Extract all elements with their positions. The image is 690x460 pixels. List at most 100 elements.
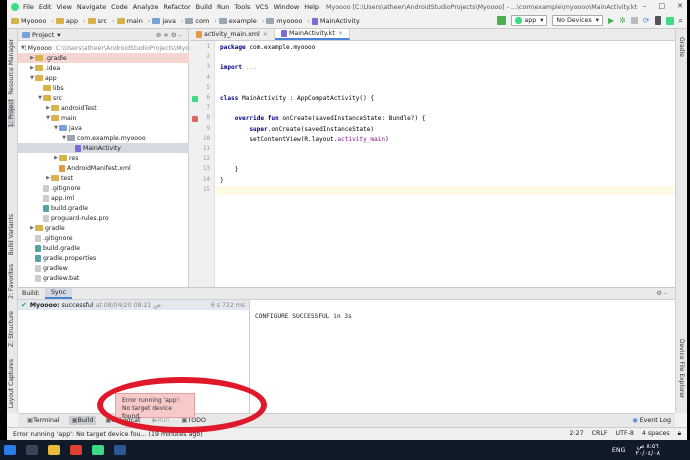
tree-item[interactable]: ▼ com.example.myoooo [18, 133, 189, 143]
menu-navigate[interactable]: Navigate [77, 3, 106, 11]
close-button[interactable]: ✕ [677, 2, 683, 10]
tree-item[interactable]: gradlew.bat [18, 273, 189, 283]
menu-code[interactable]: Code [111, 3, 128, 11]
tab-close-icon[interactable]: × [338, 30, 343, 37]
chrome-icon[interactable] [70, 445, 82, 455]
tree-item[interactable]: ▶ gradle [18, 223, 189, 233]
build-variants-tab[interactable]: Build Variants [8, 214, 15, 255]
line-number: 13 [203, 166, 210, 173]
menu-window[interactable]: Window [274, 3, 300, 11]
breadcrumb-item[interactable]: main [116, 17, 143, 25]
line-number: 4 [206, 74, 211, 81]
menu-run[interactable]: Run [217, 3, 229, 11]
gradle-tab[interactable]: Gradle [678, 37, 685, 57]
tree-item[interactable]: app.iml [18, 193, 189, 203]
structure-tab[interactable]: Z: Structure [8, 311, 15, 347]
panel-options-icon[interactable]: ⊕ ≑ ⚙ – [156, 31, 182, 39]
favorites-tab[interactable]: 2: Favorites [8, 264, 15, 299]
line-separator[interactable]: CRLF [592, 430, 608, 438]
device-file-explorer-tab[interactable]: Device File Explorer [678, 339, 685, 398]
lock-icon[interactable]: 🔒︎ [678, 430, 681, 438]
tree-item[interactable]: ▼ java [18, 123, 189, 133]
tree-item[interactable]: .gitignore [18, 233, 189, 243]
menu-build[interactable]: Build [196, 3, 212, 11]
override-icon[interactable] [192, 116, 198, 123]
caret-position[interactable]: 2:27 [569, 430, 583, 438]
tree-item[interactable]: .gitignore [18, 183, 189, 193]
layout-captures-tab[interactable]: Layout Captures [8, 359, 15, 408]
stop-icon[interactable] [630, 17, 638, 24]
breadcrumb-item[interactable]: com [185, 17, 209, 25]
tab-close-icon[interactable]: × [263, 31, 268, 38]
tree-item[interactable]: build.gradle [18, 243, 189, 253]
project-view-label[interactable]: Project [32, 31, 54, 39]
menu-refactor[interactable]: Refactor [163, 3, 190, 11]
breadcrumb-item[interactable]: java [152, 17, 176, 25]
start-icon[interactable] [4, 445, 16, 455]
panel-settings-icon[interactable]: ⚙ – [656, 290, 667, 297]
word-icon[interactable] [114, 445, 126, 455]
indent-setting[interactable]: 4 spaces [642, 430, 670, 438]
android-studio-taskbar-icon[interactable] [92, 445, 104, 455]
tree-item[interactable]: ▼ app [18, 73, 189, 83]
tree-item[interactable]: ▶ .gradle [18, 53, 189, 63]
tree-item[interactable]: ▶ res [18, 153, 189, 163]
sync-tab[interactable]: Sync [44, 288, 73, 299]
menu-view[interactable]: View [56, 3, 71, 11]
file-encoding[interactable]: UTF-8 [616, 430, 634, 438]
avd-manager-icon[interactable] [654, 16, 661, 25]
hammer-icon[interactable] [497, 16, 507, 25]
breadcrumb-item[interactable]: MainActivity [311, 17, 360, 25]
run-icon[interactable]: ▶ [608, 16, 614, 25]
tree-item[interactable]: ▼ main [18, 113, 189, 123]
sdk-manager-icon[interactable] [665, 16, 674, 25]
tree-item[interactable]: MainActivity [18, 143, 189, 153]
tree-item[interactable]: gradlew [18, 263, 189, 273]
project-tab[interactable]: 1: Project [8, 99, 15, 128]
tree-item[interactable]: gradle.properties [18, 253, 189, 263]
minimize-button[interactable]: – [643, 2, 647, 10]
event-log-button[interactable]: ◉ Event Log [632, 417, 671, 424]
breadcrumb-item[interactable]: src [87, 17, 107, 25]
breadcrumb-item[interactable]: Myoooo [11, 17, 46, 25]
breadcrumb-item[interactable]: example [218, 17, 257, 25]
task-view-icon[interactable] [26, 445, 38, 455]
menu-help[interactable]: Help [304, 3, 319, 11]
tree-item[interactable]: build.gradle [18, 203, 189, 213]
sync-icon[interactable]: ⟳ [643, 16, 650, 25]
debug-icon[interactable]: ✲ [619, 16, 626, 25]
breadcrumb-separator-icon: › [307, 17, 310, 25]
language-indicator[interactable]: ENG [612, 447, 626, 454]
clock[interactable]: ٨:٥٦ ص ٢٠/٠٤/٠٨ [635, 443, 660, 457]
tree-item[interactable]: ▶ .idea [18, 63, 189, 73]
run-config-select[interactable]: app ▾ [511, 15, 548, 26]
code-token: .onCreate(savedInstanceState) [267, 125, 375, 133]
tree-item[interactable]: AndroidManifest.xml [18, 163, 189, 173]
clock-time: ٨:٥٦ ص [636, 443, 659, 450]
menu-edit[interactable]: Edit [39, 3, 52, 11]
menu-analyze[interactable]: Analyze [133, 3, 159, 11]
tree-item[interactable]: ▼ src [18, 93, 189, 103]
search-icon[interactable]: ⌕ [679, 16, 683, 26]
menu-tools[interactable]: Tools [234, 3, 250, 11]
breadcrumb-item[interactable]: app [55, 17, 78, 25]
tab-activity-main-xml[interactable]: activity_main.xml × [190, 29, 275, 40]
resource-manager-tab[interactable]: Resource Manager [8, 39, 15, 95]
menu-file[interactable]: File [23, 3, 34, 11]
tree-item[interactable]: ▼ Myoooo C:\Users\atheer\AndroidStudioProj… [18, 43, 189, 53]
class-run-icon[interactable] [192, 96, 198, 102]
tool-window-terminal[interactable]: ▣ Terminal [24, 416, 63, 425]
breadcrumb-item[interactable]: myoooo [266, 17, 302, 25]
tool-window-build[interactable]: ▣ Build [68, 416, 97, 425]
tree-item[interactable]: ▶ test [18, 173, 189, 183]
maximize-button[interactable]: □ [659, 2, 666, 10]
sync-row[interactable]: ✔ Myoooo: successful at 08/04/20 08:21 ص… [18, 300, 249, 310]
code-area[interactable]: package com.example.myoooo import ... clas… [216, 41, 675, 287]
menu-vcs[interactable]: VCS [255, 3, 268, 11]
tree-item[interactable]: libs [18, 83, 189, 93]
tree-item[interactable]: ▶ androidTest [18, 103, 189, 113]
tab-mainactivity-kt[interactable]: MainActivity.kt × [275, 29, 351, 40]
file-explorer-icon[interactable] [48, 445, 60, 455]
device-select[interactable]: No Devices ▾ [552, 15, 603, 26]
tree-item[interactable]: proguard-rules.pro [18, 213, 189, 223]
